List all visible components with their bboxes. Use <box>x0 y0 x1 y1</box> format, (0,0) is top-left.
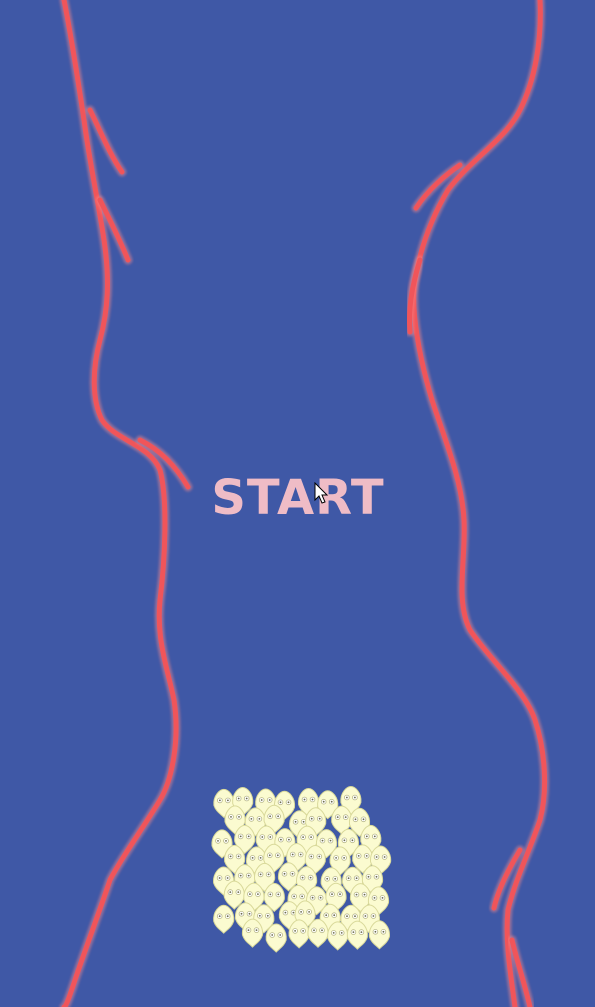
mouse-pointer-icon <box>314 482 329 504</box>
creature-icon <box>213 904 235 934</box>
creature-icon <box>346 920 368 950</box>
start-button[interactable]: START <box>198 466 398 530</box>
right-wall <box>405 0 550 1007</box>
creature-icon <box>368 920 390 950</box>
creature-icon <box>288 919 310 949</box>
game-scene[interactable]: START <box>0 0 595 1007</box>
creature-icon <box>241 918 264 948</box>
left-wall-main-glow <box>59 0 181 1007</box>
left-wall <box>59 0 193 1007</box>
creature-icon <box>327 921 349 951</box>
creature-icon <box>307 918 329 949</box>
creature-swarm <box>211 785 392 953</box>
creature-icon <box>265 923 287 953</box>
